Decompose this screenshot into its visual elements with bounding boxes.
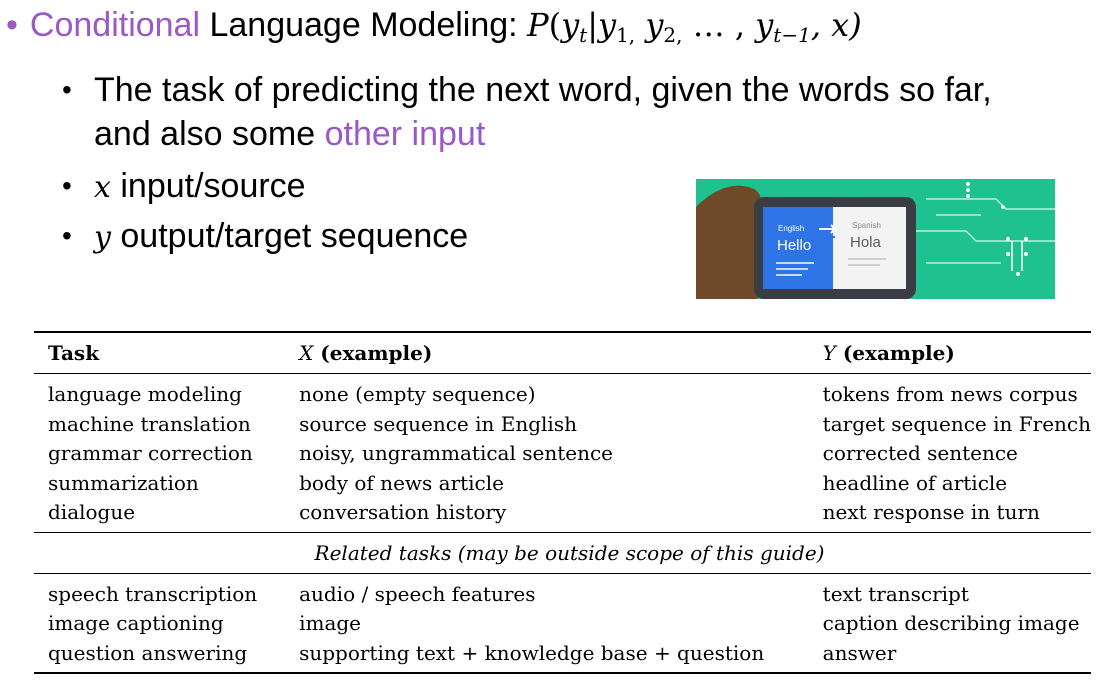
cell-y: caption describing image	[822, 611, 1080, 635]
task-line-1: The task of predicting the next word, gi…	[94, 71, 992, 109]
table-row: grammar correction noisy, ungrammatical …	[34, 439, 1091, 469]
header-row: Task X (example) Y (example)	[34, 332, 1091, 374]
bullet-dot: •	[62, 170, 72, 201]
circuit-bracket	[1011, 241, 1023, 271]
cell-y: target sequence in French	[822, 411, 1091, 436]
english-label: English	[778, 224, 804, 233]
sub-bullet-x: • x input/source	[62, 164, 306, 210]
bullet-dot: •	[62, 74, 72, 105]
cell-task: dialogue	[48, 500, 136, 524]
spanish-word: Hola	[850, 234, 882, 251]
cell-y: corrected sentence	[822, 441, 1018, 465]
circuit-lines	[911, 198, 1055, 264]
main-bullet: • Conditional Language Modeling: P(yt|y1,…	[6, 6, 862, 47]
cell-task: speech transcription	[48, 581, 258, 606]
cell-x: body of news article	[299, 470, 504, 495]
task-table: Task X (example) Y (example) language mo…	[34, 331, 1091, 674]
y-desc: output/target sequence	[110, 217, 469, 255]
x-desc: input/source	[110, 167, 306, 205]
task-line-2: and also some	[94, 115, 325, 153]
cell-x: source sequence in English	[299, 411, 577, 436]
header-task: Task	[48, 341, 100, 365]
related-caption-row: Related tasks (may be outside scope of t…	[34, 532, 1091, 573]
translation-illustration: English Hello Spanish Hola	[696, 179, 1055, 299]
heading-text: Language Modeling:	[200, 6, 528, 44]
table-row: language modeling none (empty sequence) …	[34, 373, 1091, 410]
header-x: X (example)	[299, 341, 433, 365]
highlight-conditional: Conditional	[29, 6, 201, 44]
var-y: y	[94, 220, 111, 255]
sub-bullet-y: • y output/target sequence	[62, 214, 469, 260]
circuit-dots	[966, 182, 1028, 276]
cell-task: summarization	[48, 470, 199, 495]
sub-bullet-task-cont: and also some other input	[64, 112, 485, 156]
english-word: Hello	[777, 237, 811, 254]
cell-y: tokens from news corpus	[822, 382, 1078, 406]
cell-y: headline of article	[822, 470, 1008, 495]
cell-x: image	[299, 611, 362, 635]
cell-y: answer	[822, 640, 897, 665]
cell-task: image captioning	[48, 611, 224, 635]
cell-y: next response in turn	[822, 500, 1040, 524]
cell-x: none (empty sequence)	[299, 382, 536, 406]
formula: P(yt|y1, y2, … , yt−1, x)	[527, 6, 862, 47]
sub-bullet-task: • The task of predicting the next word, …	[62, 68, 992, 112]
cell-y: text transcript	[822, 581, 969, 606]
cell-task: grammar correction	[48, 441, 253, 465]
cell-task: language modeling	[48, 382, 242, 406]
cell-task: machine translation	[48, 411, 251, 436]
bullet-dot: •	[6, 6, 18, 44]
cell-x: conversation history	[299, 500, 507, 524]
spanish-label: Spanish	[852, 221, 881, 230]
cell-x: noisy, ungrammatical sentence	[299, 441, 614, 465]
highlight-other-input: other input	[324, 115, 486, 153]
table-row: speech transcription audio / speech feat…	[34, 573, 1091, 609]
table-row: machine translation source sequence in E…	[34, 410, 1091, 440]
table-row: summarization body of news article headl…	[34, 469, 1091, 499]
related-caption: Related tasks (may be outside scope of t…	[314, 540, 825, 565]
cell-x: supporting text + knowledge base + quest…	[299, 640, 765, 665]
table-row: dialogue conversation history next respo…	[34, 498, 1091, 532]
header-y: Y (example)	[822, 341, 955, 365]
bullet-dot: •	[62, 220, 72, 251]
var-x: x	[94, 170, 111, 205]
cell-x: audio / speech features	[299, 581, 536, 606]
table-row: image captioning image caption describin…	[34, 609, 1091, 639]
cell-task: question answering	[48, 640, 248, 665]
table-row: question answering supporting text + kno…	[34, 639, 1091, 673]
